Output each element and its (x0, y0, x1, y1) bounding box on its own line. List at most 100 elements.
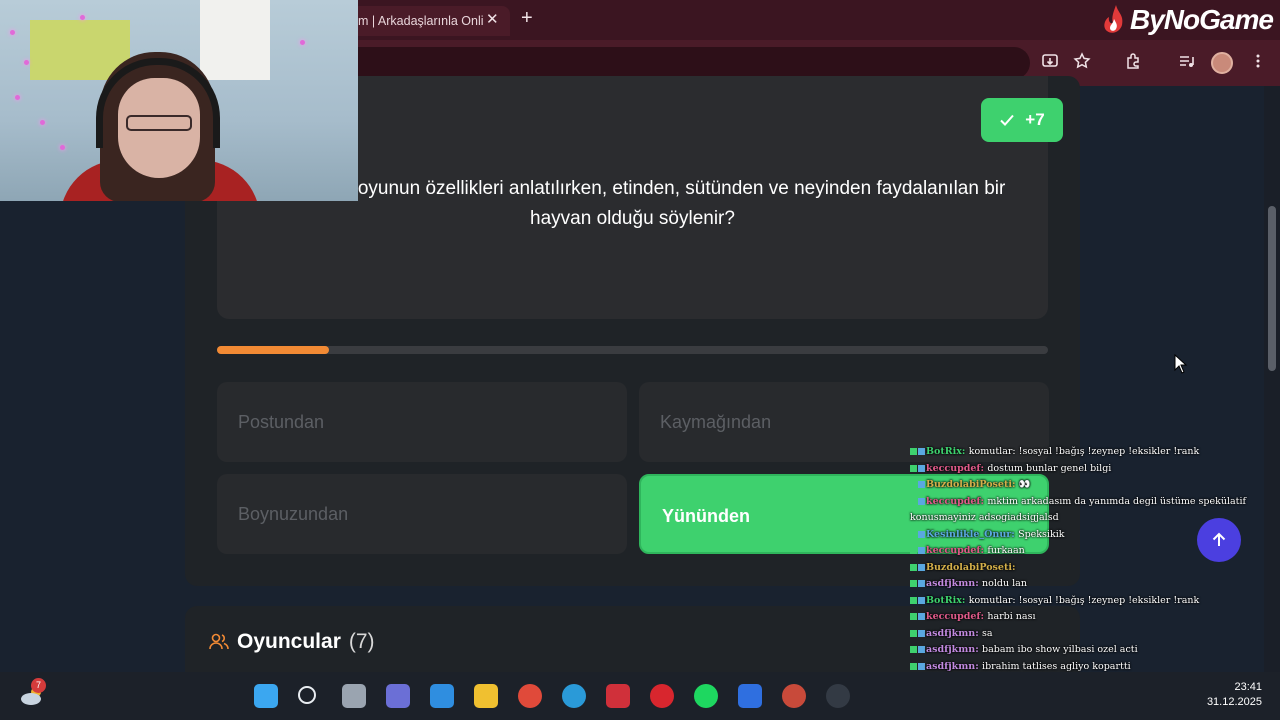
chat-badge-icon (918, 596, 925, 604)
players-heading: Oyuncular (7) (209, 630, 375, 654)
chrome-icon[interactable] (518, 684, 542, 708)
obs-icon[interactable] (826, 684, 850, 708)
opera-icon[interactable] (650, 684, 674, 708)
task-view-icon[interactable] (342, 684, 366, 708)
chat-username: keccupdef: (926, 495, 988, 507)
star-icon[interactable] (1071, 52, 1093, 74)
chat-message: keccupdef: dostum bunlar genel bilgi (906, 461, 1266, 478)
scrollbar-thumb[interactable] (1268, 206, 1276, 371)
timer-progress-fill (217, 346, 330, 354)
chat-message: asdfjkmn: sa (906, 626, 1266, 643)
chat-badge-icon (918, 530, 925, 538)
chat-badge-icon (910, 464, 917, 472)
chat-message-text: sa (982, 627, 993, 639)
tab-title: m | Arkadaşlarınla Onli (358, 14, 484, 28)
chat-badge-icon (910, 563, 917, 571)
chat-badge-icon (918, 547, 925, 554)
fairy-light (40, 120, 45, 125)
chat-badge-icon (918, 448, 925, 455)
chat-message: keccupdef: furkaan (906, 543, 1266, 560)
chat-message: keccupdef: mktim arkadasım da yanımda de… (906, 494, 1266, 527)
media-player-icon[interactable] (606, 684, 630, 708)
teams-icon[interactable] (386, 684, 410, 708)
windows-start-icon[interactable] (254, 684, 278, 708)
file-explorer-icon[interactable] (474, 684, 498, 708)
chat-badge-icon (918, 580, 925, 587)
chat-badge-icon (918, 481, 925, 488)
tab-close-icon[interactable]: ✕ (486, 10, 499, 28)
chat-message: BuzdolabiPoseti: 👀 (906, 477, 1266, 494)
chat-message-text: furkaan (987, 545, 1025, 556)
fairy-light (80, 15, 85, 20)
install-app-icon[interactable] (1039, 52, 1061, 74)
chat-badge-icon (910, 547, 917, 554)
chat-message-text: babam ibo show yilbasi ozel acti (982, 644, 1138, 655)
score-badge-value: +7 (1025, 110, 1045, 129)
score-badge: +7 (981, 98, 1063, 142)
chat-badge-icon (910, 629, 917, 637)
dev-app-icon[interactable] (738, 684, 762, 708)
chat-message: Kesinlikle_Onur: Speksikik (906, 527, 1266, 544)
brand-logo-text: ByNoGame (1130, 4, 1274, 35)
chat-username: asdfjkmn: (926, 644, 983, 655)
chat-message: asdfjkmn: babam ibo show yilbasi ozel ac… (906, 642, 1266, 659)
fairy-light (24, 60, 29, 65)
clock-date: 31.12.2025 (1206, 696, 1262, 708)
screen: m | Arkadaşlarınla Onli ✕ + ByNoGame +7 … (0, 0, 1280, 720)
edge-icon[interactable] (562, 684, 586, 708)
chat-username: asdfjkmn: (926, 578, 983, 589)
chat-message-text: noldu lan (982, 578, 1027, 589)
fairy-light (15, 95, 20, 100)
chat-username: keccupdef: (926, 611, 988, 622)
media-control-icon[interactable] (1175, 52, 1197, 74)
webcam-overlay (0, 0, 358, 201)
address-bar[interactable] (320, 47, 1030, 79)
chat-badge-icon (910, 530, 917, 538)
check-icon (1000, 114, 1015, 126)
browser-tab[interactable]: m | Arkadaşlarınla Onli (340, 6, 510, 36)
chat-badge-icon (918, 629, 925, 637)
page-scrollbar[interactable] (1264, 86, 1280, 672)
chrome-profile-icon[interactable] (782, 684, 806, 708)
chat-username: Kesinlikle_Onur: (926, 528, 1019, 540)
chat-badge-icon (918, 464, 925, 472)
answer-option-1[interactable]: Postundan (217, 382, 627, 462)
chat-badge-icon (910, 662, 917, 670)
chat-message-text: komutlar: !sosyal !bağış !zeynep !eksikl… (968, 594, 1200, 606)
fairy-light (60, 145, 65, 150)
chat-message-text: komutlar: !sosyal !bağış !zeynep !eksikl… (968, 446, 1200, 457)
profile-avatar[interactable] (1211, 52, 1233, 74)
chat-message: asdfjkmn: noldu lan (906, 576, 1266, 593)
chat-message: BotRix: komutlar: !sosyal !bağış !zeynep… (906, 444, 1266, 461)
taskbar-clock[interactable]: 23:41 31.12.2025 (1196, 680, 1262, 710)
chat-username: BuzdolabiPoseti: (926, 479, 1019, 490)
search-icon[interactable] (298, 686, 316, 704)
chat-message-text: 👀 (1018, 479, 1031, 490)
spotify-icon[interactable] (694, 684, 718, 708)
brand-logo: ByNoGame (1102, 2, 1274, 38)
players-count: (7) (348, 630, 375, 653)
fairy-light (10, 30, 15, 35)
answer-option-3[interactable]: Boynuzundan (217, 474, 627, 554)
chat-username: keccupdef: (926, 462, 988, 474)
clock-time: 23:41 (1234, 681, 1262, 693)
menu-icon[interactable] (1247, 52, 1269, 74)
new-tab-button[interactable]: + (521, 7, 533, 30)
chat-message-text: Speksikik (1018, 528, 1065, 540)
chat-username: asdfjkmn: (926, 627, 983, 639)
chat-message-text: harbi nası (987, 611, 1036, 622)
chat-username: asdfjkmn: (926, 660, 983, 672)
store-icon[interactable] (430, 684, 454, 708)
chat-message: keccupdef: harbi nası (906, 609, 1266, 626)
chat-message: BotRix: komutlar: !sosyal !bağış !zeynep… (906, 593, 1266, 610)
fairy-light (300, 40, 305, 45)
chat-badge-icon (910, 613, 917, 620)
chat-message-text: dostum bunlar genel bilgi (987, 462, 1112, 474)
weather-badge: 7 (31, 678, 46, 693)
chat-badge-icon (910, 646, 917, 653)
extensions-icon[interactable] (1122, 52, 1144, 74)
chat-badge-icon (918, 662, 925, 670)
webcam-shirt-decor (200, 0, 270, 80)
chat-badge-icon (910, 580, 917, 587)
users-icon (209, 633, 229, 650)
